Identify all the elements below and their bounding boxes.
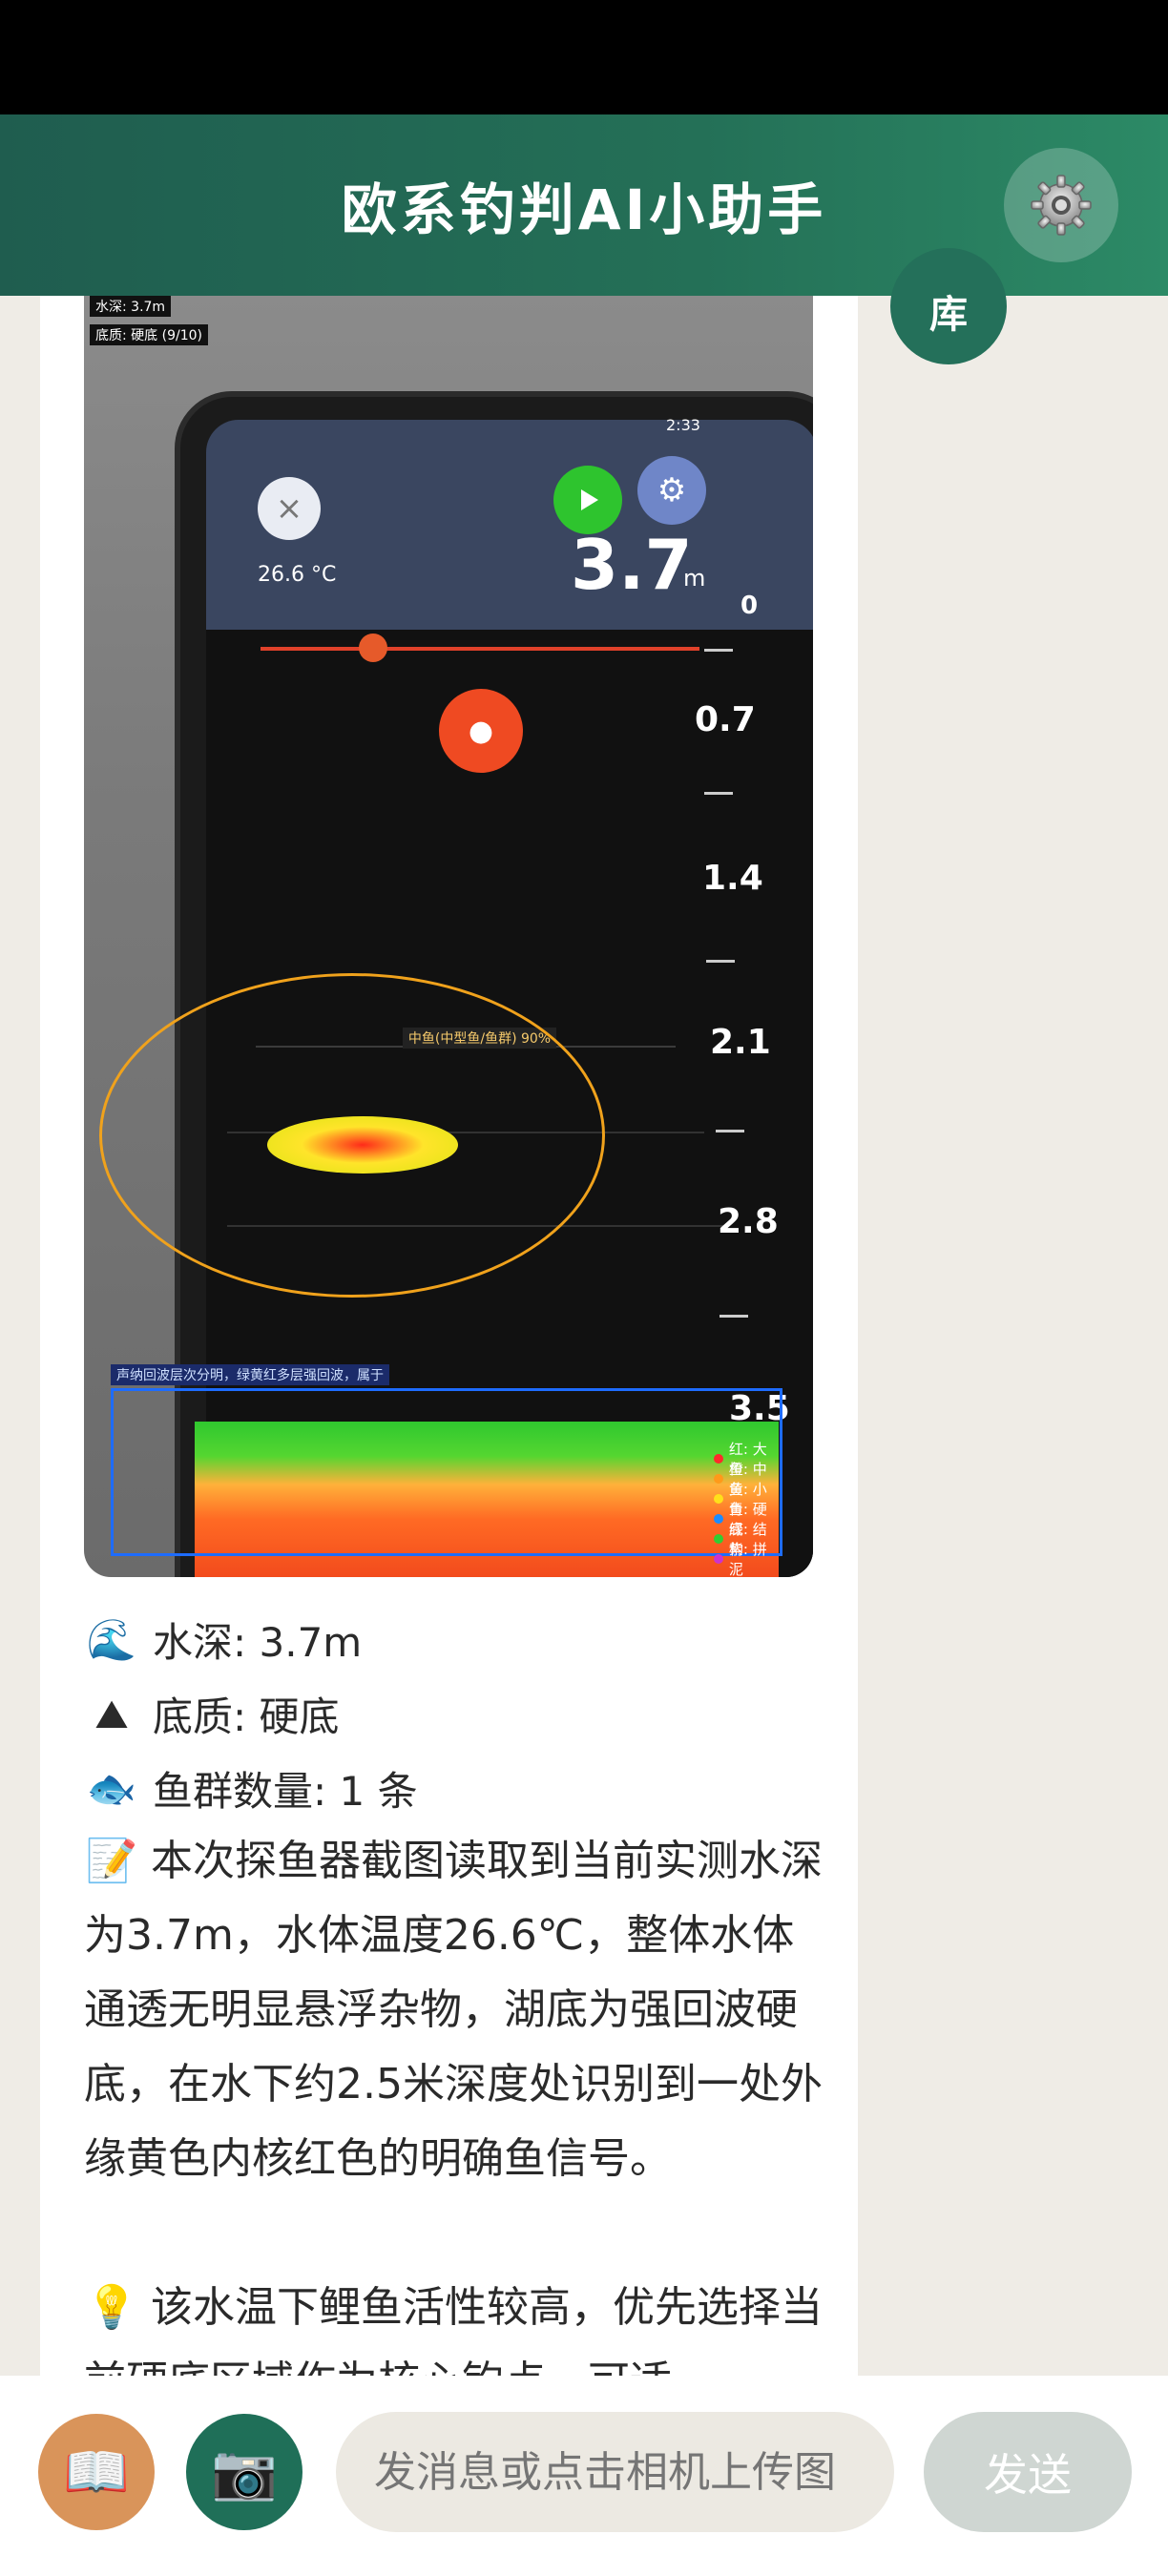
phone-close-icon: × [258,477,321,540]
camera-icon: 📷 [211,2441,278,2503]
bottom-tag-wrap: 声纳回波层次分明，绿黄红多层强回波，属于 [84,1364,813,1387]
book-icon: 📖 [63,2441,130,2503]
fish-icon: 🐟 [86,1764,137,1812]
lightbulb-icon: 💡 [85,2283,138,2332]
phone-temperature: 26.6 °C [258,563,337,587]
sonar-legend: 红: 大鱼 橙: 中鱼 黄: 小鱼 青: 硬底 绿: 结构 紫: 拼泥 [714,1441,781,1577]
summary-bottom-text: 底质: 硬底 [153,1693,340,1740]
summary-fish: 🐟 鱼群数量: 1 条 [84,1759,418,1818]
scale-label-1: 0.7 [695,700,756,739]
message-input[interactable] [336,2412,894,2532]
phone-depth-value: 3.7 [571,525,693,605]
book-button[interactable]: 📖 [38,2414,155,2530]
wave-icon: 🌊 [86,1615,137,1663]
status-bar [0,0,1168,114]
scale-tick [704,792,733,795]
scale-tick [704,649,733,652]
legend-item: 紫: 拼泥 [714,1541,781,1577]
tip-text: 该水温下鲤鱼活性较高，优先选择当前硬底区域作为核心钓点，可适 [84,2283,823,2376]
scale-tick [716,1130,744,1132]
page-title: 欧系钓判AI小助手 [341,177,827,242]
phone-settings-icon: ⚙ [637,456,706,525]
summary-bottom: ⛰ 底质: 硬底 [84,1685,340,1743]
scale-label-2: 1.4 [702,859,763,898]
scale-tick [706,960,735,963]
gear-icon [1031,175,1092,236]
bottom-overlay-tag: 底质: 硬底 (9/10) [90,324,208,345]
memo-icon: 📝 [85,1837,138,1885]
summary-depth: 🌊 水深: 3.7m [84,1610,362,1669]
scale-label-0: 0 [740,592,759,620]
phone-time: 2:33 [666,416,700,434]
send-button[interactable]: 发送 [924,2412,1132,2532]
library-label: 库 [929,293,968,337]
fish-signal-blob [267,1116,458,1174]
bottom-echo-label: 声纳回波层次分明，绿黄红多层强回波，属于 [111,1364,389,1385]
analysis-text: 本次探鱼器截图读取到当前实测水深为3.7m，水体温度26.6℃，整体水体通透无明… [84,1837,823,2183]
sonar-screenshot[interactable]: 水深: 3.7m 底质: 硬底 (9/10) 2:33 × ⚙ 26.6 °C … [84,296,813,1577]
phone-record-icon: ● [439,689,523,773]
phone-depth-unit: m [683,565,706,592]
library-button[interactable]: 库 [890,248,1007,364]
scale-tick [720,1315,748,1318]
depth-overlay-tag: 水深: 3.7m [90,296,172,317]
bottom-detection-box [111,1388,782,1556]
camera-button[interactable]: 📷 [186,2414,302,2530]
settings-button[interactable] [1004,148,1118,262]
scale-label-3: 2.1 [710,1023,771,1062]
phone-slider-track [261,647,699,651]
scale-label-4: 2.8 [718,1202,779,1241]
mountain-icon: ⛰ [94,1690,129,1737]
send-label: 发送 [984,2449,1072,2501]
analysis-paragraph: 📝 本次探鱼器截图读取到当前实测水深为3.7m，水体温度26.6℃，整体水体通透无… [84,1824,824,2196]
phone-slider-knob [359,634,387,662]
summary-fish-text: 鱼群数量: 1 条 [153,1768,418,1815]
summary-depth-text: 水深: 3.7m [153,1619,363,1666]
tip-paragraph: 💡该水温下鲤鱼活性较高，优先选择当前硬底区域作为核心钓点，可适 [84,2271,824,2376]
